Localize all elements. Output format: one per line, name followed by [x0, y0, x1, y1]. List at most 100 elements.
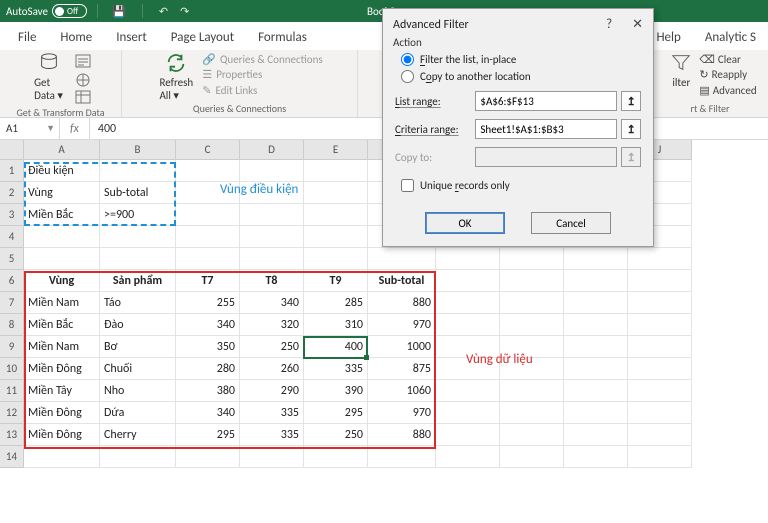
cell[interactable]: [500, 424, 564, 446]
row-head[interactable]: 8: [0, 314, 24, 336]
edit-links-item[interactable]: ✎Edit Links: [202, 84, 322, 97]
cell[interactable]: Miền Tây: [24, 380, 100, 402]
row-head[interactable]: 13: [0, 424, 24, 446]
cell[interactable]: Cherry: [100, 424, 176, 446]
ok-button[interactable]: OK: [425, 212, 505, 234]
cell[interactable]: [628, 380, 692, 402]
cell[interactable]: T8: [240, 270, 304, 292]
criteria-range-input[interactable]: [475, 119, 617, 139]
tab-page-layout[interactable]: Page Layout: [159, 25, 246, 50]
list-range-input[interactable]: [475, 91, 617, 111]
cell[interactable]: 250: [240, 336, 304, 358]
cell[interactable]: Miền Đông: [24, 358, 100, 380]
cell[interactable]: Miền Bắc: [24, 314, 100, 336]
cell[interactable]: 390: [304, 380, 368, 402]
cell[interactable]: [628, 424, 692, 446]
col-head[interactable]: C: [176, 140, 240, 160]
cell[interactable]: [304, 248, 368, 270]
cell[interactable]: [564, 446, 628, 468]
cell[interactable]: [564, 336, 628, 358]
cell[interactable]: [436, 380, 500, 402]
cell[interactable]: Vùng: [24, 182, 100, 204]
row-head[interactable]: 14: [0, 446, 24, 468]
row-head[interactable]: 5: [0, 248, 24, 270]
cell[interactable]: Đào: [100, 314, 176, 336]
chevron-down-icon[interactable]: ▼: [46, 123, 55, 134]
cell[interactable]: [500, 380, 564, 402]
cell[interactable]: [564, 424, 628, 446]
properties-item[interactable]: ☰Properties: [202, 68, 322, 81]
cell[interactable]: [436, 424, 500, 446]
cell[interactable]: [176, 226, 240, 248]
filter-button[interactable]: ilter: [667, 52, 695, 98]
cell[interactable]: Nho: [100, 380, 176, 402]
row-head[interactable]: 2: [0, 182, 24, 204]
cell[interactable]: [304, 446, 368, 468]
cell[interactable]: 340: [176, 402, 240, 424]
cell[interactable]: Sản phẩm: [100, 270, 176, 292]
clear-filter-item[interactable]: ⌫Clear: [699, 53, 756, 66]
cell[interactable]: [368, 248, 436, 270]
cell[interactable]: 335: [304, 358, 368, 380]
save-icon[interactable]: 💾: [112, 5, 126, 18]
cell[interactable]: [304, 204, 368, 226]
cell[interactable]: 340: [240, 292, 304, 314]
cell[interactable]: [240, 160, 304, 182]
cell[interactable]: Táo: [100, 292, 176, 314]
cell[interactable]: 970: [368, 314, 436, 336]
cell[interactable]: >=900: [100, 204, 176, 226]
cell[interactable]: [500, 402, 564, 424]
cell[interactable]: Miền Bắc: [24, 204, 100, 226]
help-icon[interactable]: ?: [606, 17, 612, 32]
cell[interactable]: [24, 248, 100, 270]
cell[interactable]: [500, 314, 564, 336]
row-head[interactable]: 10: [0, 358, 24, 380]
cell[interactable]: Vùng: [24, 270, 100, 292]
get-data-button[interactable]: GetData ▾: [29, 52, 69, 102]
undo-icon[interactable]: ↶: [159, 5, 168, 18]
tab-home[interactable]: Home: [48, 25, 104, 50]
cell[interactable]: 255: [176, 292, 240, 314]
cell[interactable]: [564, 270, 628, 292]
col-head[interactable]: A: [24, 140, 100, 160]
cell[interactable]: [564, 314, 628, 336]
cell[interactable]: T7: [176, 270, 240, 292]
refresh-all-button[interactable]: RefreshAll ▾: [156, 52, 196, 102]
row-head[interactable]: 6: [0, 270, 24, 292]
cell[interactable]: [628, 292, 692, 314]
cell[interactable]: [628, 336, 692, 358]
cell[interactable]: [564, 402, 628, 424]
cell[interactable]: [436, 292, 500, 314]
cell[interactable]: 880: [368, 424, 436, 446]
cell[interactable]: 295: [304, 402, 368, 424]
advanced-filter-item[interactable]: ▤Advanced: [699, 84, 756, 97]
cell[interactable]: 335: [240, 424, 304, 446]
cell[interactable]: Miền Đông: [24, 402, 100, 424]
tab-insert[interactable]: Insert: [104, 25, 159, 50]
cell[interactable]: [628, 314, 692, 336]
row-head[interactable]: 3: [0, 204, 24, 226]
cell[interactable]: 320: [240, 314, 304, 336]
fx-button[interactable]: fx: [60, 118, 90, 139]
cell[interactable]: [564, 248, 628, 270]
cell[interactable]: [240, 446, 304, 468]
cell[interactable]: 880: [368, 292, 436, 314]
cell[interactable]: [240, 248, 304, 270]
cell[interactable]: [100, 248, 176, 270]
tab-file[interactable]: File: [6, 25, 48, 50]
cell[interactable]: [100, 226, 176, 248]
cell[interactable]: 1000: [368, 336, 436, 358]
name-box[interactable]: A1▼: [0, 118, 60, 139]
cell[interactable]: [564, 380, 628, 402]
col-head[interactable]: E: [304, 140, 368, 160]
cell[interactable]: [500, 270, 564, 292]
from-text-icon[interactable]: [75, 54, 93, 70]
from-table-icon[interactable]: [75, 90, 93, 106]
reapply-filter-item[interactable]: ↻Reapply: [699, 68, 756, 81]
cell[interactable]: Chuối: [100, 358, 176, 380]
cell[interactable]: [436, 402, 500, 424]
cell[interactable]: [628, 358, 692, 380]
cell[interactable]: 295: [176, 424, 240, 446]
row-head[interactable]: 12: [0, 402, 24, 424]
row-head[interactable]: 4: [0, 226, 24, 248]
